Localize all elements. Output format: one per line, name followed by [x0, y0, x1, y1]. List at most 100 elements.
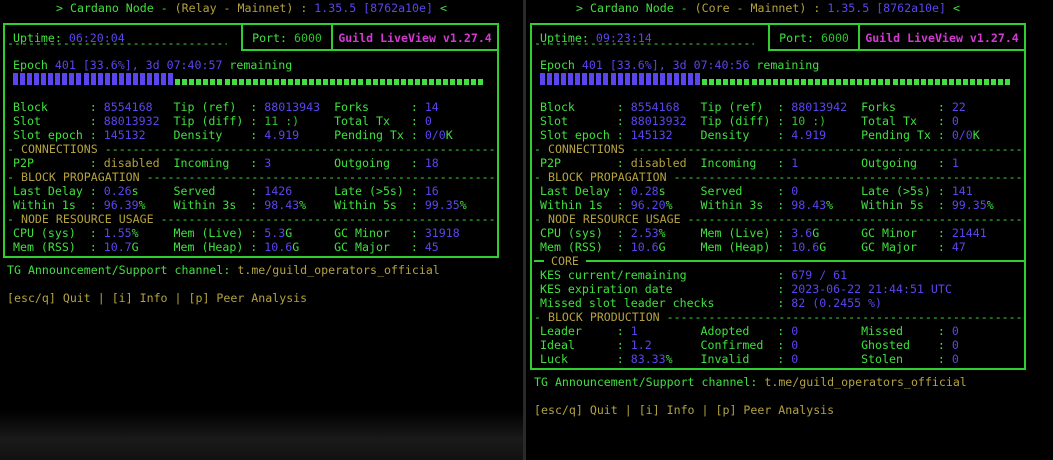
progress-empty-segment [400, 79, 406, 85]
progress-filled-segment [97, 73, 103, 85]
stats-row: Within 1s: 96.20% Within 3s: 98.43% Within… [540, 198, 1024, 212]
progress-empty-segment [723, 79, 729, 85]
stat-unit: % [986, 198, 994, 212]
stat-label: Mem (Live) [700, 226, 771, 240]
progress-filled-segment [688, 73, 694, 85]
progress-empty-segment [709, 79, 715, 85]
progress-filled-segment [139, 73, 145, 85]
progress-empty-segment [344, 79, 350, 85]
support-link[interactable]: t.me/guild_operators_official [764, 375, 966, 389]
stat-label: Slot epoch [540, 128, 610, 142]
stat-field: Late (>5s): 16 [334, 184, 439, 198]
stat-value: 99.35 [424, 198, 460, 212]
epoch-number: 401 [54, 58, 76, 72]
stat-value: 0 [791, 324, 799, 338]
support-link[interactable]: t.me/guild_operators_official [237, 263, 439, 277]
progress-empty-segment [295, 79, 300, 85]
stat-label: Within 5s [334, 198, 397, 212]
progress-filled-segment [132, 73, 138, 85]
separator: : [616, 226, 631, 240]
stat-field: Total Tx: 0 [334, 114, 432, 128]
progress-empty-segment [807, 79, 813, 85]
progress-empty-segment [393, 79, 399, 85]
separator: : [937, 184, 952, 198]
stat-field: Adopted: 0 [701, 324, 799, 338]
separator: : [616, 338, 631, 352]
progress-empty-segment [948, 79, 954, 85]
stat-field: Within 5s: 99.35% [334, 198, 467, 212]
stat-value: 1 [791, 156, 799, 170]
pane-divider[interactable] [523, 0, 526, 460]
progress-empty-segment [238, 79, 244, 85]
stat-field: Mem (Heap): 10.6G [174, 240, 300, 254]
header-row: Uptime: 06:20:04 ------------------------… [5, 25, 497, 51]
progress-empty-segment [478, 79, 484, 85]
separator: : [89, 100, 104, 114]
status-box: Uptime: 09:23:14 ------------------------… [530, 23, 1026, 370]
progress-empty-segment [196, 79, 202, 85]
progress-filled-segment [582, 73, 588, 85]
progress-filled-segment [62, 73, 68, 85]
separator: : [616, 352, 631, 366]
stat-field: Block: 8554168 [13, 100, 153, 114]
progress-empty-segment [259, 79, 265, 85]
stat-field: Pending Tx: 0/0K [861, 128, 980, 142]
stat-field: Confirmed: 0 [701, 338, 799, 352]
progress-empty-segment [323, 79, 329, 85]
stat-label: Slot epoch [13, 128, 83, 142]
stat-value: 16 [424, 184, 439, 198]
stat-field: Tip (ref): 88013942 [701, 100, 848, 114]
stat-label: Block [13, 100, 48, 114]
header-row: Uptime: 09:23:14 ------------------------… [532, 25, 1024, 51]
app-version-cell: Guild LiveView v1.27.4 [858, 25, 1024, 51]
app-version: Guild LiveView v1.27.4 [865, 31, 1019, 45]
stat-value: 1.2 [630, 338, 652, 352]
separator: - [7, 212, 21, 226]
stat-label: GC Major [334, 240, 390, 254]
stat-value: 18 [424, 156, 439, 170]
progress-empty-segment [464, 79, 470, 85]
stat-field: Total Tx: 0 [861, 114, 959, 128]
progress-empty-segment [443, 79, 449, 85]
stat-field: Missed slot leader checks: 82 (0.2455 %) [540, 296, 882, 310]
progress-empty-segment [885, 79, 891, 85]
progress-empty-segment [337, 79, 343, 85]
stat-value: 2023-06-22 21:44:51 UTC [791, 282, 952, 296]
stat-field: Tip (diff): 11 :) [174, 114, 300, 128]
stat-field: Tip (ref): 88013943 [174, 100, 321, 114]
relay-pane: > Cardano Node - (Relay - Mainnet) : 1.3… [0, 0, 523, 460]
progress-filled-segment [48, 73, 54, 85]
separator: : [616, 184, 631, 198]
stat-label: Forks [861, 100, 896, 114]
title-sep: : [806, 1, 828, 15]
stat-value: 11 :) [264, 114, 300, 128]
keyboard-shortcuts[interactable]: [esc/q] Quit | [i] Info | [p] Peer Analy… [534, 403, 834, 417]
stat-unit: s [131, 184, 139, 198]
uptime-cell: Uptime: 06:20:04 ------------------------… [5, 25, 241, 51]
progress-filled-segment [13, 73, 18, 85]
stat-value: 98.43 [791, 198, 827, 212]
stats-row: Mem (RSS): 10.6G Mem (Heap): 10.6G GC Majo… [540, 240, 1024, 254]
progress-filled-segment [146, 73, 152, 85]
progress-filled-segment [27, 73, 33, 85]
box-bottom-pad [540, 366, 1024, 368]
separator [579, 254, 586, 268]
progress-empty-segment [224, 79, 230, 85]
stat-value: 88013942 [791, 100, 848, 114]
stat-value: 0 [951, 338, 959, 352]
stat-field: Block: 8554168 [540, 100, 680, 114]
stat-value: 96.39 [103, 198, 139, 212]
stat-value: 0.26 [103, 184, 132, 198]
separator [603, 58, 610, 72]
stat-field: Last Delay: 0.28s [540, 184, 666, 198]
progress-empty-segment [927, 79, 933, 85]
section-title: NODE RESOURCE USAGE [20, 212, 154, 226]
keyboard-shortcuts[interactable]: [esc/q] Quit | [i] Info | [p] Peer Analy… [7, 291, 307, 305]
progress-empty-segment [984, 79, 990, 85]
stat-field: Pending Tx: 0/0K [334, 128, 453, 142]
stat-field: Mem (RSS): 10.7G [13, 240, 139, 254]
progress-empty-segment [920, 79, 926, 85]
stat-value: 88013943 [264, 100, 321, 114]
stat-unit: % [665, 352, 673, 366]
